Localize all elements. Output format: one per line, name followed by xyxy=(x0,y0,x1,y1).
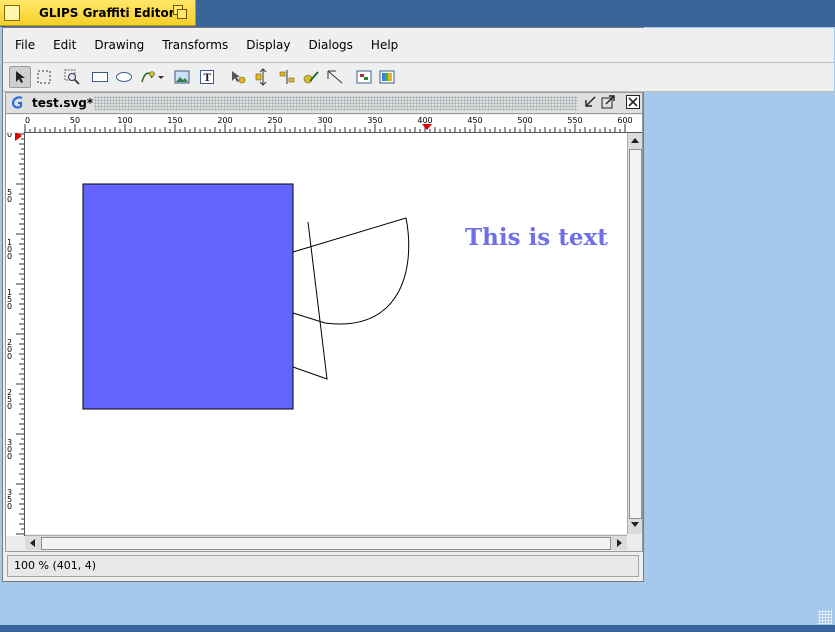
canvas-curve-path[interactable] xyxy=(292,217,410,325)
ruler-label: 400 xyxy=(417,116,432,125)
color-picker-icon[interactable] xyxy=(300,66,322,88)
canvas-text[interactable]: This is text xyxy=(465,224,608,251)
vertical-scrollbar[interactable] xyxy=(627,133,642,534)
ruler-label: 500 xyxy=(517,116,532,125)
document-window: test.svg* 0 50 100 150 200 250 300 350 400 450 500… xyxy=(5,92,643,552)
document-tab-title[interactable]: test.svg* xyxy=(32,96,93,110)
app-title-tab[interactable]: GLIPS Graffiti Editor xyxy=(0,0,196,26)
image-icon[interactable] xyxy=(171,66,193,88)
ruler-label: 0 xyxy=(7,502,12,511)
ruler-label: 550 xyxy=(567,116,582,125)
ruler-label: 0 xyxy=(25,116,30,125)
menu-drawing[interactable]: Drawing xyxy=(86,37,152,53)
app-icon xyxy=(4,4,20,21)
app-title: GLIPS Graffiti Editor xyxy=(39,5,175,20)
ruler-label: 0 xyxy=(7,402,12,411)
select-pointer-icon[interactable] xyxy=(9,66,31,88)
ruler-label: 0 xyxy=(7,352,12,361)
ruler-label: 200 xyxy=(217,116,232,125)
ruler-label: 250 xyxy=(267,116,282,125)
drawing-canvas[interactable]: This is text xyxy=(25,133,627,534)
ruler-label: 350 xyxy=(367,116,382,125)
ruler-label: 0 xyxy=(7,252,12,261)
ruler-label: 0 xyxy=(7,452,12,461)
region-select-icon[interactable] xyxy=(33,66,55,88)
scroll-right-arrow-icon[interactable] xyxy=(617,539,622,547)
text-icon[interactable]: T xyxy=(196,66,218,88)
svg-text:T: T xyxy=(204,73,212,84)
bring-to-front-icon[interactable] xyxy=(227,66,249,88)
title-bar-texture xyxy=(94,96,578,110)
horizontal-ruler: 0 50 100 150 200 250 300 350 400 450 500 550 600 xyxy=(24,115,642,133)
ruler-label: 450 xyxy=(467,116,482,125)
properties-dialog-icon[interactable] xyxy=(353,66,375,88)
minimize-window-icon[interactable] xyxy=(583,95,597,109)
close-window-icon[interactable] xyxy=(626,95,640,109)
ruler-corner xyxy=(6,115,24,132)
ruler-label: 0 xyxy=(7,195,12,204)
gradient-dialog-icon[interactable] xyxy=(376,66,398,88)
ruler-label: 0 xyxy=(7,133,12,139)
document-title-bar: test.svg* xyxy=(6,93,642,114)
ruler-label: 600 xyxy=(617,116,632,125)
vertical-ruler: 050100150200250300350400 xyxy=(6,133,25,536)
horizontal-scroll-thumb[interactable] xyxy=(41,537,611,550)
resize-grip-icon[interactable] xyxy=(818,610,832,624)
alignment-icon[interactable] xyxy=(252,66,274,88)
status-bar: 100 % (401, 4) xyxy=(7,555,639,577)
bottom-panel-strip xyxy=(0,625,835,632)
menu-file[interactable]: File xyxy=(7,37,43,53)
ruler-label: 150 xyxy=(167,116,182,125)
zoom-icon[interactable] xyxy=(61,66,83,88)
menu-bar: File Edit Drawing Transforms Display Dia… xyxy=(3,28,834,63)
ruler-label: 0 xyxy=(7,302,12,311)
vertical-scroll-thumb[interactable] xyxy=(629,149,642,519)
rectangle-icon[interactable] xyxy=(89,66,111,88)
graffiti-logo-icon xyxy=(11,96,23,109)
toolbar: T xyxy=(3,63,834,92)
scroll-down-arrow-icon[interactable] xyxy=(631,522,639,527)
restore-window-icon[interactable] xyxy=(173,5,187,19)
cursor-position-marker-icon xyxy=(422,124,432,130)
zoom-and-coordinates: 100 % (401, 4) xyxy=(14,559,97,572)
maximize-window-icon[interactable] xyxy=(601,95,615,109)
scroll-left-arrow-icon[interactable] xyxy=(30,539,35,547)
ruler-label: 300 xyxy=(317,116,332,125)
scroll-up-arrow-icon[interactable] xyxy=(631,138,639,143)
menu-edit[interactable]: Edit xyxy=(45,37,84,53)
menu-transforms[interactable]: Transforms xyxy=(154,37,236,53)
window-title-bar: GLIPS Graffiti Editor xyxy=(0,0,835,27)
path-tool-icon[interactable] xyxy=(139,66,169,88)
canvas-line-path[interactable] xyxy=(292,221,328,380)
ruler-label: 100 xyxy=(117,116,132,125)
menu-help[interactable]: Help xyxy=(363,37,406,53)
ellipse-icon[interactable] xyxy=(113,66,135,88)
distribute-icon[interactable] xyxy=(276,66,298,88)
ruler-label: 50 xyxy=(70,116,80,125)
guide-line-icon[interactable] xyxy=(324,66,346,88)
menu-dialogs[interactable]: Dialogs xyxy=(300,37,360,53)
horizontal-scrollbar[interactable] xyxy=(25,535,627,550)
main-window: File Edit Drawing Transforms Display Dia… xyxy=(2,27,834,582)
menu-display[interactable]: Display xyxy=(238,37,298,53)
canvas-rectangle[interactable] xyxy=(82,183,294,410)
